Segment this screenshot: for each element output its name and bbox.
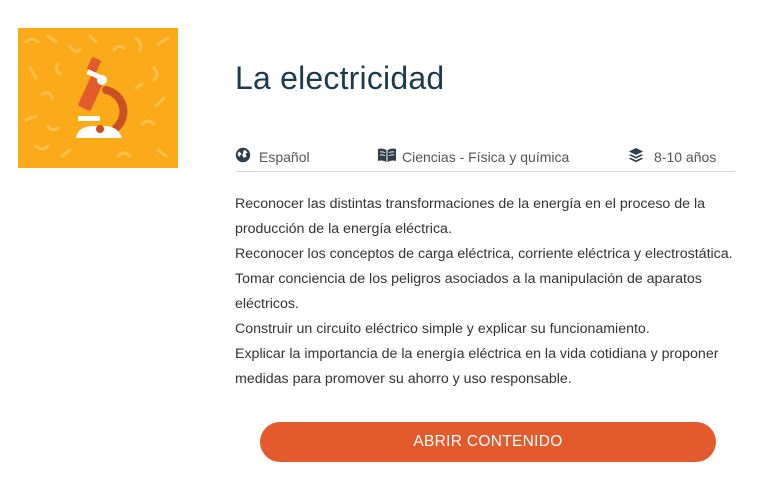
page-title: La electricidad (235, 60, 445, 96)
meta-subject: Ciencias - Física y química (377, 147, 569, 166)
objectives-list: Reconocer las distintas transformaciones… (235, 192, 735, 392)
layers-icon (628, 147, 644, 166)
meta-subject-label: Ciencias - Física y química (402, 148, 570, 165)
objective-item: Tomar conciencia de los peligros asociad… (235, 271, 702, 312)
lesson-thumbnail (18, 28, 178, 168)
lesson-header: La electricidad (235, 58, 735, 98)
meta-language: Español (235, 147, 310, 166)
lesson-meta-bar: Español Ciencias - Física y química 8-10… (235, 145, 735, 172)
book-icon (377, 147, 397, 166)
objective-item: Reconocer las distintas transformaciones… (235, 196, 706, 237)
lesson-card: La electricidad Español Ciencias - Físic… (0, 0, 776, 496)
objective-item: Reconocer los conceptos de carga eléctri… (235, 246, 733, 262)
objective-item: Explicar la importancia de la energía el… (235, 346, 719, 387)
microscope-icon (24, 34, 170, 158)
open-content-button[interactable]: ABRIR CONTENIDO (260, 422, 716, 462)
meta-age-label: 8-10 años (654, 148, 717, 165)
meta-age: 8-10 años (628, 147, 716, 166)
globe-icon (235, 147, 251, 166)
meta-language-label: Español (259, 148, 310, 165)
objective-item: Construir un circuito eléctrico simple y… (235, 321, 650, 337)
